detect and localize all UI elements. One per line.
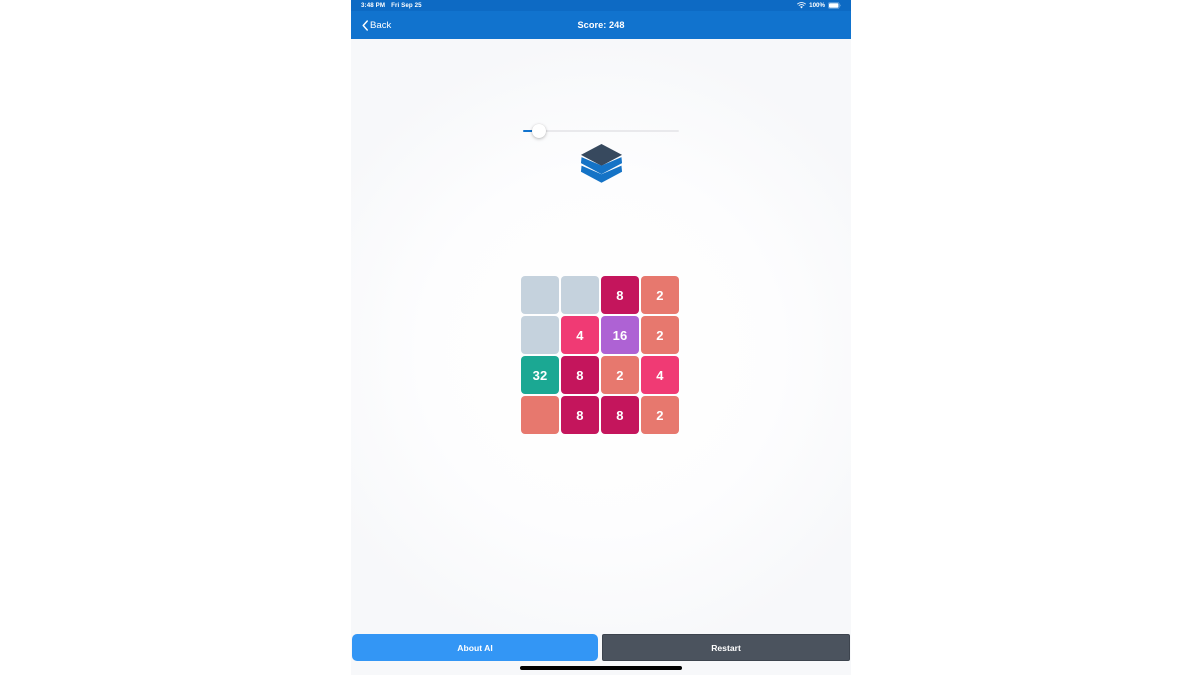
wifi-icon: [797, 2, 807, 9]
tile-r3-c3: 2: [601, 356, 639, 394]
tile-r3-c2: 8: [561, 356, 599, 394]
tile-r2-c1: [521, 316, 559, 354]
back-button[interactable]: Back: [356, 11, 397, 39]
tile-r4-c3: 8: [601, 396, 639, 434]
back-button-label: Back: [370, 19, 392, 31]
tile-r4-c1: [521, 396, 559, 434]
slider-thumb[interactable]: [532, 124, 546, 138]
tile-r1-c1: [521, 276, 559, 314]
2048-game-board[interactable]: 8 2 4 16 2 32 8 2 4 8 8 2: [521, 276, 681, 434]
tile-r1-c3: 8: [601, 276, 639, 314]
navigation-bar: Score: 248 Back: [351, 11, 851, 39]
tile-r4-c2: 8: [561, 396, 599, 434]
tile-r2-c3: 16: [601, 316, 639, 354]
tile-r2-c2: 4: [561, 316, 599, 354]
home-indicator[interactable]: [520, 666, 682, 670]
tile-r1-c2: [561, 276, 599, 314]
restart-label: Restart: [711, 642, 741, 653]
tile-r1-c4: 2: [641, 276, 679, 314]
status-bar-left: 3:48 PM Fri Sep 25: [361, 0, 422, 11]
about-ai-label: About AI: [457, 642, 493, 653]
battery-full-icon: [828, 2, 841, 9]
status-time: 3:48 PM: [361, 2, 386, 9]
status-date: Fri Sep 25: [391, 2, 422, 9]
status-bar-right: 100%: [797, 0, 841, 11]
page-title: Score: 248: [577, 20, 625, 30]
layers-stack-icon: [578, 142, 625, 193]
action-button-bar: About AI Restart: [351, 634, 851, 661]
tile-r3-c1: 32: [521, 356, 559, 394]
about-ai-button[interactable]: About AI: [352, 634, 598, 661]
device-screen: 3:48 PM Fri Sep 25 100% Score: 248 Back …: [351, 0, 851, 675]
speed-slider[interactable]: [523, 124, 679, 138]
restart-button[interactable]: Restart: [602, 634, 850, 661]
tile-r2-c4: 2: [641, 316, 679, 354]
slider-track[interactable]: [523, 130, 679, 132]
tile-r3-c4: 4: [641, 356, 679, 394]
tile-r4-c4: 2: [641, 396, 679, 434]
chevron-left-icon: [362, 19, 368, 31]
status-bar: 3:48 PM Fri Sep 25 100%: [351, 0, 851, 11]
battery-percent: 100%: [809, 2, 825, 9]
app-logo: [351, 142, 851, 193]
